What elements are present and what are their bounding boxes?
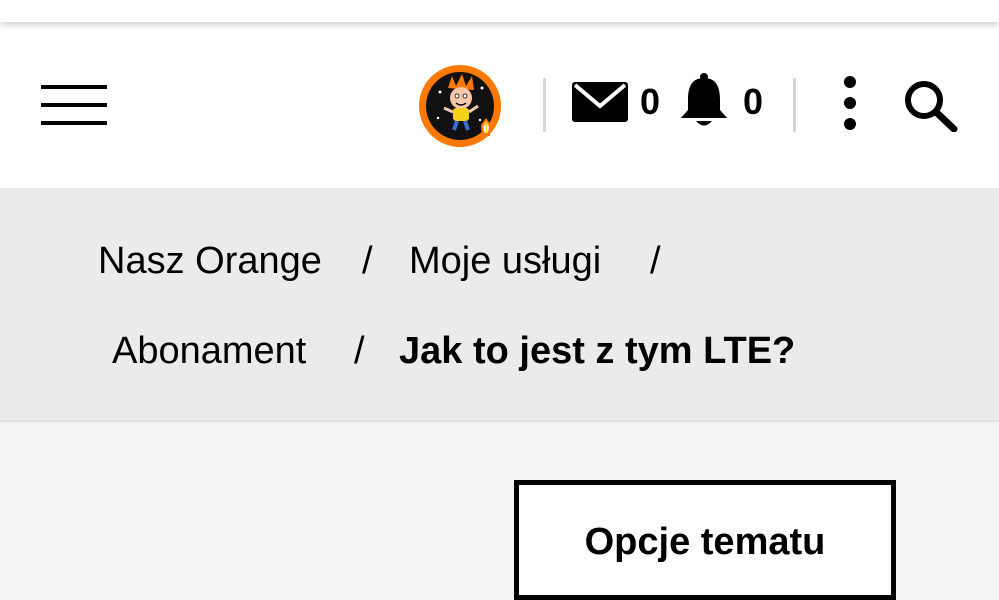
breadcrumb: Nasz Orange / Moje usługi / Abonament / …: [0, 190, 999, 422]
header-divider: [543, 78, 546, 132]
messages-count: 0: [640, 81, 661, 122]
topic-options-button[interactable]: Opcje tematu: [514, 480, 896, 600]
breadcrumb-separator: /: [354, 330, 365, 372]
avatar-icon: [419, 65, 501, 147]
breadcrumb-item-abonament[interactable]: Abonament: [112, 332, 306, 370]
breadcrumb-separator: /: [362, 240, 373, 282]
header-divider: [793, 78, 796, 132]
notifications-count: 0: [743, 81, 764, 122]
header-bar: 0 0: [0, 22, 999, 190]
search-icon[interactable]: [902, 78, 960, 133]
top-strip: [0, 0, 999, 22]
breadcrumb-current-topic: Jak to jest z tym LTE?: [399, 330, 796, 372]
bell-icon[interactable]: [679, 72, 729, 130]
envelope-icon[interactable]: [572, 80, 628, 124]
user-avatar[interactable]: [416, 62, 508, 154]
more-vertical-icon[interactable]: [834, 76, 866, 130]
breadcrumb-item-moje-uslugi[interactable]: Moje usługi: [409, 242, 601, 280]
breadcrumb-separator: /: [650, 240, 661, 282]
hamburger-menu-icon[interactable]: [41, 85, 107, 127]
breadcrumb-item-nasz-orange[interactable]: Nasz Orange: [98, 242, 322, 280]
